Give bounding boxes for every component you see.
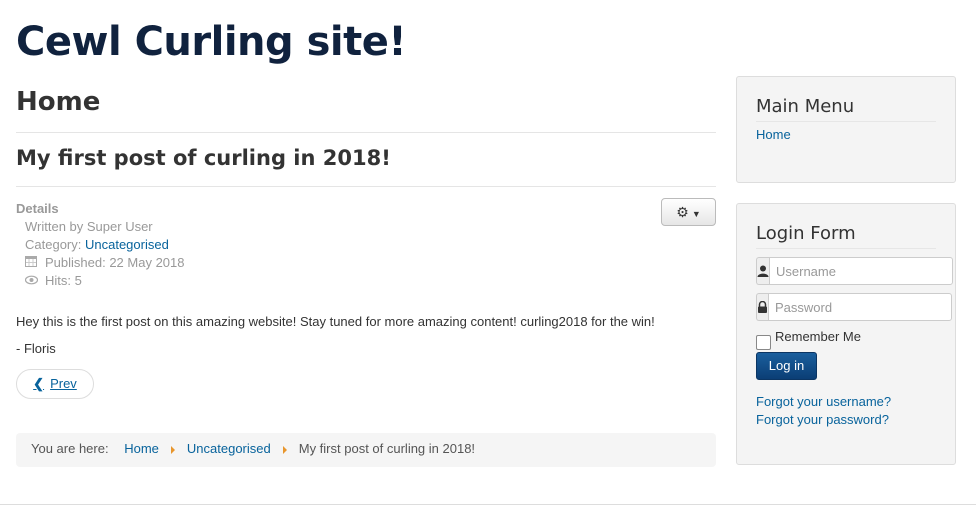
login-title: Login Form — [756, 222, 936, 249]
article-body: Hey this is the first post on this amazi… — [16, 308, 716, 362]
breadcrumb-item-uncategorised[interactable]: Uncategorised — [187, 441, 271, 456]
published-date: Published: 22 May 2018 — [45, 255, 185, 270]
breadcrumb-separator-icon — [170, 445, 175, 454]
calendar-icon — [25, 254, 37, 272]
details-label: Details — [16, 201, 59, 216]
login-button[interactable]: Log in — [756, 352, 817, 380]
prev-label: Prev — [50, 376, 77, 391]
article-info: Details Written by Super User Category: … — [16, 198, 716, 290]
breadcrumb-label: You are here: — [31, 441, 109, 456]
prev-button[interactable]: ❮ Prev — [16, 369, 94, 399]
breadcrumb-current: My first post of curling in 2018! — [298, 441, 476, 456]
article-tools-button[interactable]: ⚙ ▼ — [661, 198, 716, 226]
breadcrumb-separator-icon — [282, 445, 287, 454]
username-input[interactable] — [769, 257, 953, 285]
remember-me-label: Remember Me — [775, 329, 861, 344]
site-title: Cewl Curling site! — [16, 19, 407, 65]
author-line: Written by Super User — [25, 219, 153, 234]
chevron-left-icon: ❮ — [33, 376, 45, 391]
published-line: Published: 22 May 2018 — [16, 254, 716, 272]
hits-count: Hits: 5 — [45, 273, 82, 288]
article-signature: - Floris — [16, 341, 56, 356]
page-heading: Home — [16, 84, 716, 133]
footer-divider — [0, 504, 976, 505]
article-text: Hey this is the first post on this amazi… — [16, 314, 655, 329]
forgot-links: Forgot your username? Forgot your passwo… — [756, 393, 936, 429]
gear-icon: ⚙ — [676, 204, 689, 220]
menu-item-home[interactable]: Home — [756, 126, 936, 144]
user-icon — [756, 257, 769, 285]
category-line: Category: Uncategorised — [16, 236, 716, 254]
forgot-username-link[interactable]: Forgot your username? — [756, 393, 936, 411]
lock-icon — [756, 293, 768, 321]
category-prefix: Category: — [25, 237, 85, 252]
password-input[interactable] — [768, 293, 952, 321]
password-row — [756, 293, 952, 321]
breadcrumb: You are here: Home Uncategorised My first … — [16, 433, 716, 467]
category-link[interactable]: Uncategorised — [85, 237, 169, 252]
remember-me-row: Remember Me — [756, 329, 936, 350]
login-module: Login Form Remember Me Log in Forgot you… — [736, 203, 956, 465]
main-menu-module: Main Menu Home — [736, 76, 956, 183]
caret-down-icon: ▼ — [691, 209, 701, 219]
username-row — [756, 257, 953, 285]
remember-me-checkbox[interactable] — [756, 335, 771, 350]
main-menu-title: Main Menu — [756, 95, 936, 122]
hits-line: Hits: 5 — [16, 272, 716, 290]
main-content: Home My first post of curling in 2018! D… — [16, 84, 716, 399]
eye-icon — [24, 272, 39, 290]
forgot-password-link[interactable]: Forgot your password? — [756, 411, 936, 429]
article-title: My first post of curling in 2018! — [16, 133, 716, 187]
breadcrumb-item-home[interactable]: Home — [124, 441, 159, 456]
